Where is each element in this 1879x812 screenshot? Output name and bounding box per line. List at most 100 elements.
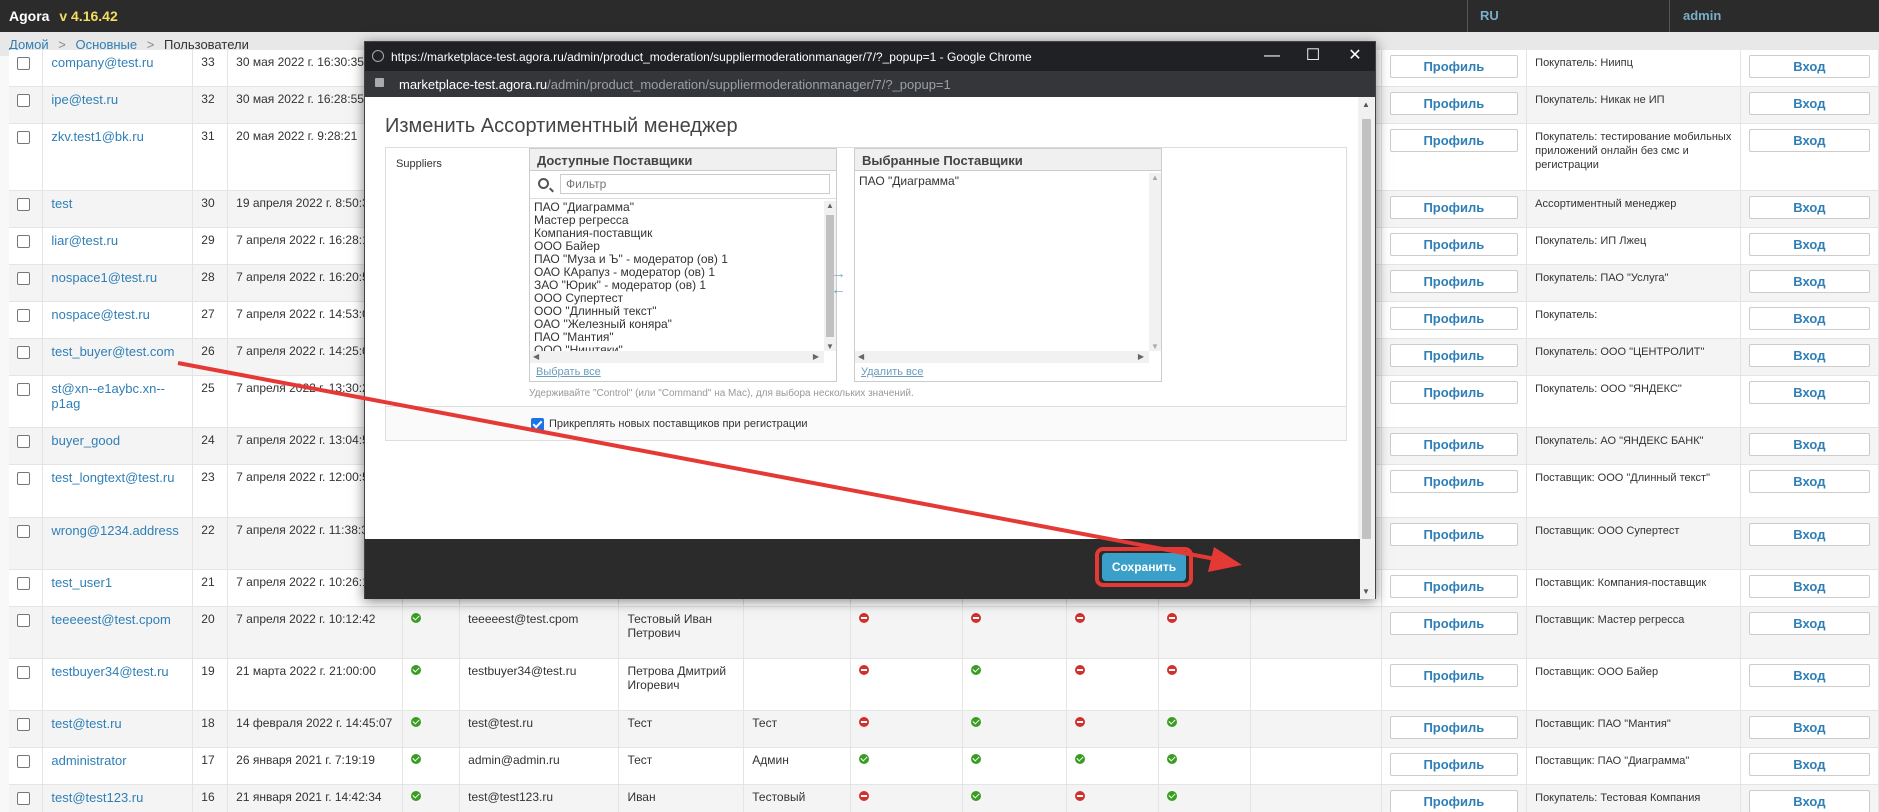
login-button[interactable]: Вход <box>1748 380 1870 404</box>
supplier-option[interactable]: ООО "Ништяки" <box>530 344 836 352</box>
cell-select[interactable] <box>9 227 44 265</box>
row-checkbox[interactable] <box>17 791 30 805</box>
cell-select[interactable] <box>9 264 44 302</box>
save-button[interactable]: Сохранить <box>1102 553 1186 581</box>
user-email-link[interactable]: st@xn--e1aybc.xn--p1ag <box>51 381 165 411</box>
close-button[interactable]: ✕ <box>1340 46 1370 66</box>
login-button[interactable]: Вход <box>1748 128 1870 152</box>
cell-select[interactable] <box>9 50 44 87</box>
login-button[interactable]: Вход <box>1748 432 1870 456</box>
login-button[interactable]: Вход <box>1748 55 1870 78</box>
scroll-down-icon[interactable]: ▼ <box>1362 587 1370 596</box>
row-checkbox[interactable] <box>17 308 30 322</box>
chosen-supplier-option[interactable]: ПАО "Диаграмма" <box>855 175 1161 188</box>
profile-button[interactable]: Профиль <box>1389 55 1519 78</box>
minimize-button[interactable]: — <box>1257 46 1287 66</box>
login-button[interactable]: Вход <box>1748 715 1870 739</box>
profile-button[interactable]: Профиль <box>1389 432 1519 456</box>
profile-button[interactable]: Профиль <box>1389 195 1519 219</box>
row-checkbox[interactable] <box>17 345 30 359</box>
available-list[interactable]: ПАО "Диаграмма" Мастер регресса Компания-п… <box>530 201 836 351</box>
profile-button[interactable]: Профиль <box>1389 91 1519 115</box>
cell-select[interactable] <box>9 338 44 376</box>
cell-select[interactable] <box>9 375 44 428</box>
move-right-icon[interactable]: → <box>831 266 846 282</box>
user-email-link[interactable]: test@test.ru <box>51 716 121 731</box>
user-email-link[interactable]: test <box>51 196 72 211</box>
user-email-link[interactable]: liar@test.ru <box>51 233 118 248</box>
cell-select[interactable] <box>9 427 44 465</box>
scroll-up-icon[interactable]: ▲ <box>1362 100 1370 109</box>
scroll-thumb[interactable] <box>1362 119 1371 539</box>
cell-select[interactable] <box>9 86 44 124</box>
scroll-left-icon[interactable]: ◀ <box>533 352 539 361</box>
row-checkbox[interactable] <box>17 717 30 731</box>
chosen-list-scrollbar[interactable]: ▲ ▼ <box>1149 173 1161 351</box>
address-bar[interactable]: marketplace-test.agora.ru/admin/product_… <box>365 71 1375 97</box>
login-button[interactable]: Вход <box>1748 195 1870 219</box>
row-checkbox[interactable] <box>17 471 30 485</box>
remove-all-link[interactable]: Удалить все <box>861 366 923 378</box>
cell-select[interactable] <box>9 747 44 785</box>
row-checkbox[interactable] <box>17 576 30 590</box>
cell-select[interactable] <box>9 190 44 228</box>
cell-select[interactable] <box>9 123 44 191</box>
user-menu[interactable]: admin <box>1683 8 1721 23</box>
login-button[interactable]: Вход <box>1748 91 1870 115</box>
row-checkbox[interactable] <box>17 197 30 211</box>
user-email-link[interactable]: nospace1@test.ru <box>51 270 157 285</box>
profile-button[interactable]: Профиль <box>1389 522 1519 546</box>
login-button[interactable]: Вход <box>1748 663 1870 687</box>
user-email-link[interactable]: administrator <box>51 753 126 768</box>
cell-select[interactable] <box>9 710 44 748</box>
chosen-list[interactable]: ПАО "Диаграмма" <box>855 173 1161 351</box>
brand[interactable]: Agora v 4.16.42 <box>9 8 118 24</box>
login-button[interactable]: Вход <box>1748 522 1870 546</box>
scroll-down-icon[interactable]: ▼ <box>1151 342 1159 351</box>
user-email-link[interactable]: company@test.ru <box>51 55 153 70</box>
row-checkbox[interactable] <box>17 754 30 768</box>
cell-select[interactable] <box>9 517 44 570</box>
profile-button[interactable]: Профиль <box>1389 789 1519 812</box>
row-checkbox[interactable] <box>17 613 30 627</box>
move-left-icon[interactable]: ← <box>831 282 846 298</box>
row-checkbox[interactable] <box>17 130 30 144</box>
profile-button[interactable]: Профиль <box>1389 306 1519 330</box>
row-checkbox[interactable] <box>17 234 30 248</box>
profile-button[interactable]: Профиль <box>1389 343 1519 367</box>
profile-button[interactable]: Профиль <box>1389 128 1519 152</box>
row-checkbox[interactable] <box>17 524 30 538</box>
available-hscrollbar[interactable]: ◀ ▶ <box>530 351 824 363</box>
cell-select[interactable] <box>9 784 44 812</box>
cell-select[interactable] <box>9 569 44 607</box>
user-email-link[interactable]: test_longtext@test.ru <box>51 470 174 485</box>
row-checkbox[interactable] <box>17 382 30 396</box>
profile-button[interactable]: Профиль <box>1389 752 1519 776</box>
profile-button[interactable]: Профиль <box>1389 715 1519 739</box>
login-button[interactable]: Вход <box>1748 469 1870 493</box>
scroll-right-icon[interactable]: ▶ <box>1138 352 1144 361</box>
user-email-link[interactable]: test_buyer@test.com <box>51 344 174 359</box>
choose-all-link[interactable]: Выбрать все <box>536 366 601 378</box>
login-button[interactable]: Вход <box>1748 343 1870 367</box>
user-email-link[interactable]: testbuyer34@test.ru <box>51 664 168 679</box>
login-button[interactable]: Вход <box>1748 269 1870 293</box>
user-email-link[interactable]: buyer_good <box>51 433 120 448</box>
row-checkbox[interactable] <box>17 57 30 70</box>
scroll-up-icon[interactable]: ▲ <box>1151 173 1159 182</box>
scroll-right-icon[interactable]: ▶ <box>813 352 819 361</box>
profile-button[interactable]: Профиль <box>1389 269 1519 293</box>
scroll-up-icon[interactable]: ▲ <box>826 201 834 210</box>
login-button[interactable]: Вход <box>1748 611 1870 635</box>
cell-select[interactable] <box>9 658 44 711</box>
profile-button[interactable]: Профиль <box>1389 232 1519 256</box>
user-email-link[interactable]: ipe@test.ru <box>51 92 118 107</box>
row-checkbox[interactable] <box>17 93 30 107</box>
profile-button[interactable]: Профиль <box>1389 469 1519 493</box>
user-email-link[interactable]: zkv.test1@bk.ru <box>51 129 143 144</box>
login-button[interactable]: Вход <box>1748 789 1870 812</box>
user-email-link[interactable]: nospace@test.ru <box>51 307 149 322</box>
login-button[interactable]: Вход <box>1748 752 1870 776</box>
row-checkbox[interactable] <box>17 271 30 285</box>
profile-button[interactable]: Профиль <box>1389 574 1519 598</box>
